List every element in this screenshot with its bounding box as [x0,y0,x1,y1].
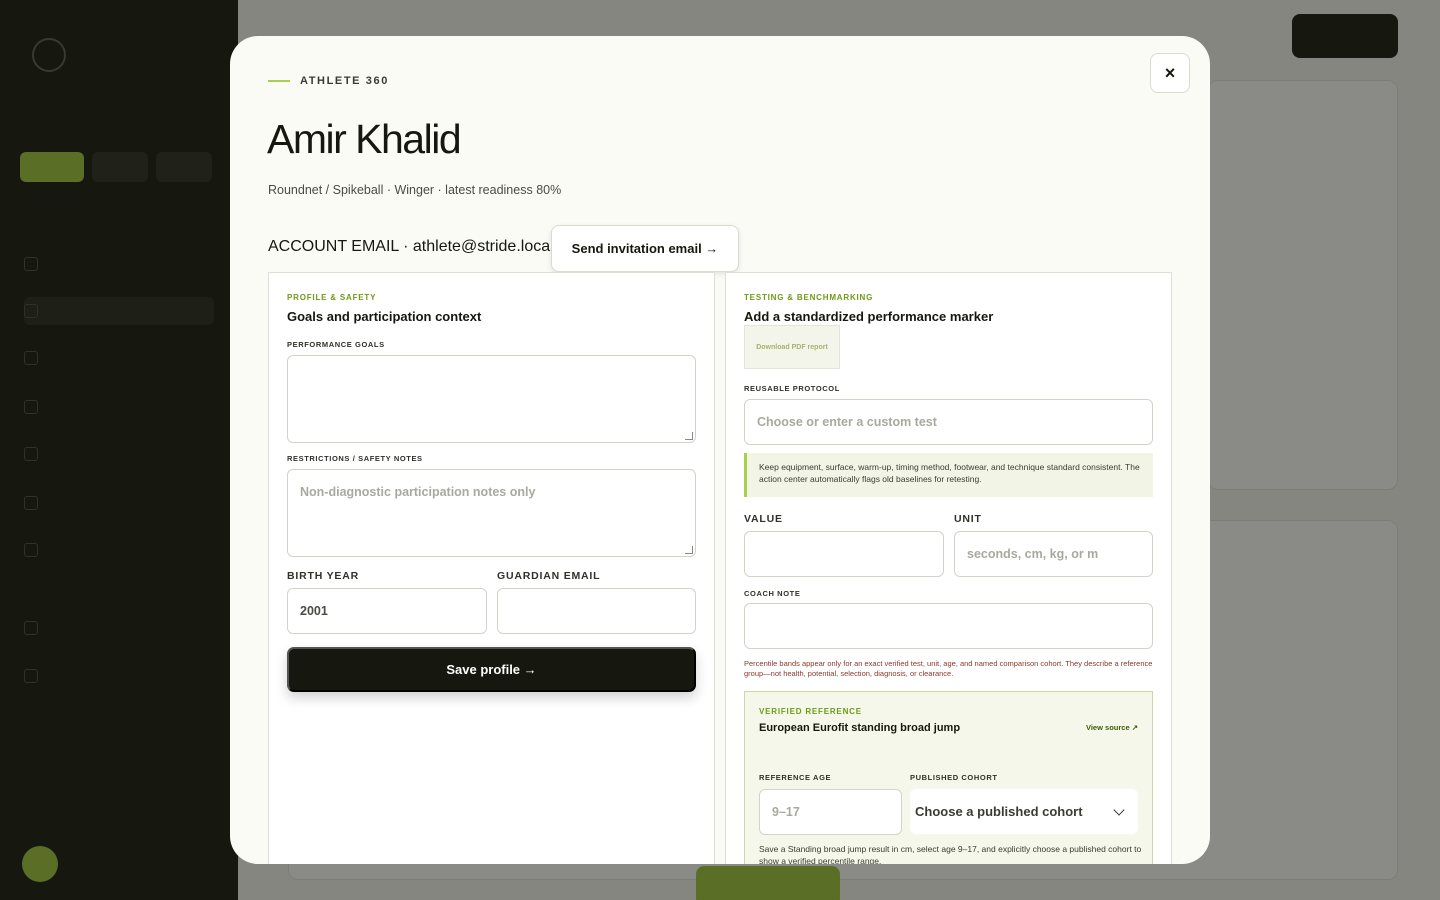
coach-note-label: COACH NOTE [744,589,801,598]
profile-title: Goals and participation context [287,309,482,324]
goals-label: PERFORMANCE GOALS [287,340,385,349]
close-icon: × [1164,62,1176,83]
restrictions-label: RESTRICTIONS / SAFETY NOTES [287,454,423,463]
account-email: ACCOUNT EMAIL · athlete@stride.local [268,238,554,255]
protocol-tip: Keep equipment, surface, warm-up, timing… [744,453,1153,497]
reference-age-input[interactable]: 9–17 [759,789,902,835]
guardian-email-label: GUARDIAN EMAIL [497,570,601,582]
protocol-placeholder: Choose or enter a custom test [757,415,937,429]
reference-title: European Eurofit standing broad jump [759,722,961,734]
testing-benchmarking-panel: TESTING & BENCHMARKING Add a standardize… [725,272,1172,864]
verified-reference-box: VERIFIED REFERENCE European Eurofit stan… [744,691,1153,864]
cohort-label: PUBLISHED COHORT [910,773,998,782]
view-source-link[interactable]: View source ↗ [1086,723,1138,732]
profile-safety-panel: PROFILE & SAFETY Goals and participation… [268,272,715,864]
athlete-modal: × ATHLETE 360 Amir Khalid Roundnet / Spi… [230,36,1210,864]
unit-label: UNIT [954,513,982,525]
performance-goals-textarea[interactable] [287,355,696,443]
send-invitation-button[interactable]: Send invitation email → [551,225,739,272]
percentile-disclaimer: Percentile bands appear only for an exac… [744,659,1153,678]
athlete-subtitle: Roundnet / Spikeball · Winger · latest r… [268,183,562,197]
cohort-select[interactable]: Choose a published cohort [910,789,1138,834]
download-pdf-button[interactable]: Download PDF report [744,325,840,369]
resize-handle-icon[interactable] [685,546,693,554]
close-button[interactable]: × [1150,53,1190,93]
resize-handle-icon[interactable] [685,432,693,440]
save-profile-button[interactable]: Save profile → [287,647,696,692]
birth-year-label: BIRTH YEAR [287,570,359,582]
reference-eyebrow: VERIFIED REFERENCE [759,707,862,716]
value-label: VALUE [744,513,783,525]
protocol-label: REUSABLE PROTOCOL [744,384,840,393]
cohort-selected: Choose a published cohort [915,804,1083,819]
athlete-name: Amir Khalid [267,116,462,162]
restrictions-placeholder: Non-diagnostic participation notes only [300,485,536,499]
eyebrow-text: ATHLETE 360 [300,75,389,87]
chevron-down-icon [1113,803,1125,816]
reference-age-label: REFERENCE AGE [759,773,832,782]
birth-year-value: 2001 [300,604,328,618]
testing-title: Add a standardized performance marker [744,309,994,324]
reference-note: Save a Standing broad jump result in cm,… [759,844,1142,864]
profile-eyebrow: PROFILE & SAFETY [287,293,377,302]
coach-note-input[interactable] [744,603,1153,649]
unit-placeholder: seconds, cm, kg, or m [967,547,1099,561]
birth-year-input[interactable]: 2001 [287,588,487,634]
eyebrow-accent-line [268,80,290,82]
modal-eyebrow: ATHLETE 360 [268,75,389,87]
unit-input[interactable]: seconds, cm, kg, or m [954,531,1153,577]
protocol-input[interactable]: Choose or enter a custom test [744,399,1153,445]
reference-age-placeholder: 9–17 [772,805,800,819]
guardian-email-input[interactable] [497,588,696,634]
restrictions-textarea[interactable]: Non-diagnostic participation notes only [287,469,696,557]
value-input[interactable] [744,531,944,577]
testing-eyebrow: TESTING & BENCHMARKING [744,293,874,302]
